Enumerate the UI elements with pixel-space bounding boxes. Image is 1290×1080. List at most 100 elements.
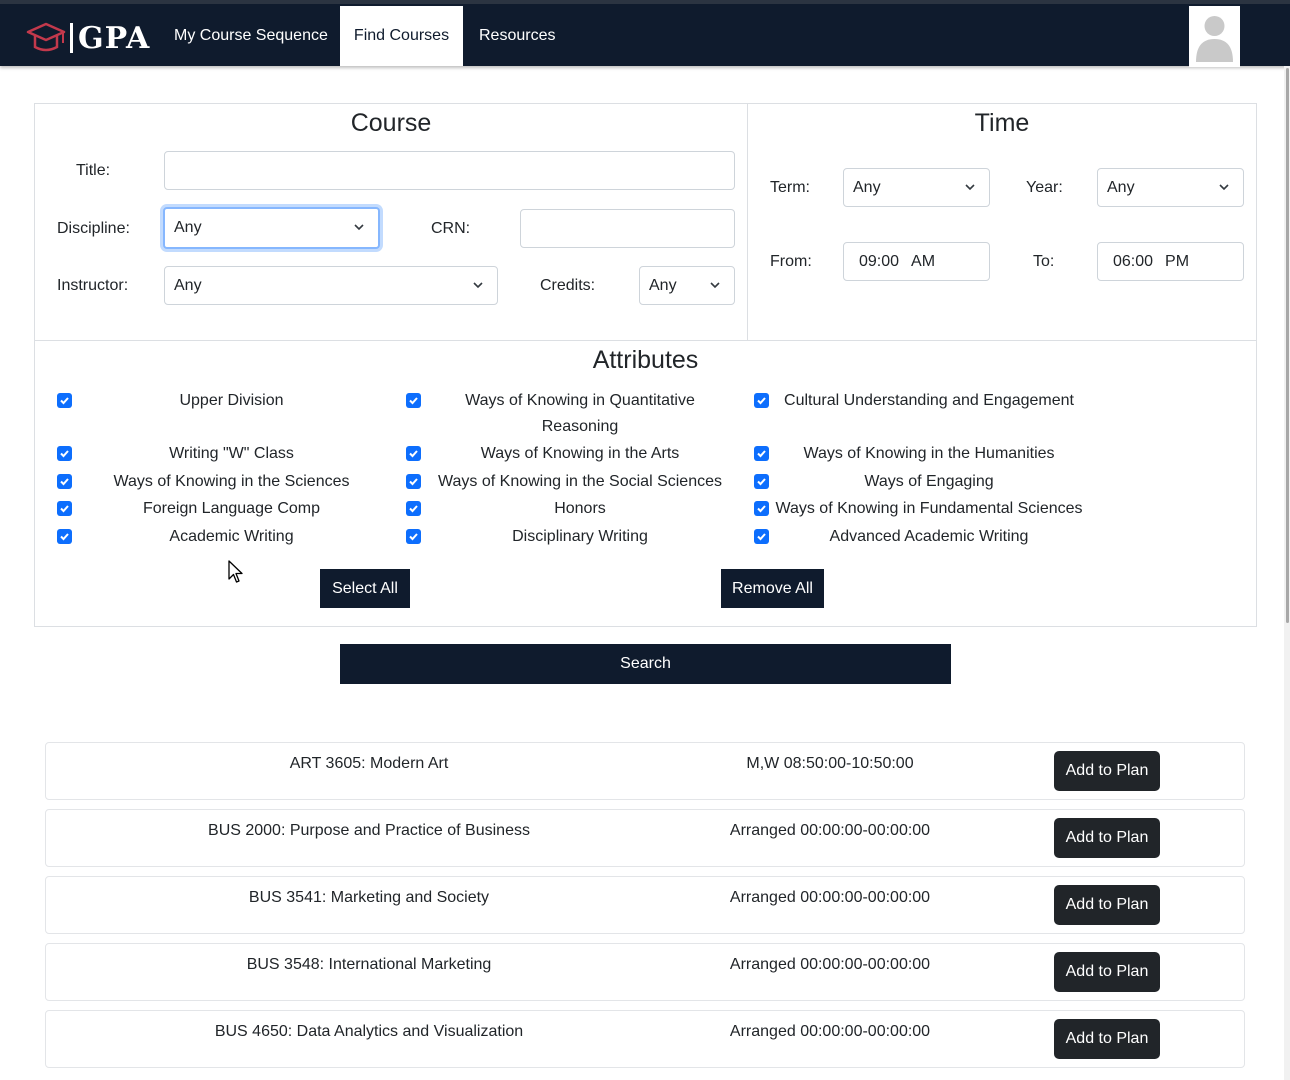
checkbox-ways-of-engaging[interactable]: [754, 474, 769, 489]
logo-text: GPA: [78, 20, 151, 56]
credits-label: Credits:: [540, 277, 596, 294]
chevron-down-icon: [710, 281, 720, 288]
result-meeting-time: M,W 08:50:00-10:50:00: [746, 755, 914, 772]
add-to-plan-button[interactable]: Add to Plan: [1054, 818, 1160, 858]
discipline-label: Discipline:: [57, 220, 130, 237]
checkbox-social-sciences[interactable]: [406, 474, 421, 489]
result-row: BUS 3548: International Marketing Arrang…: [45, 943, 1245, 1001]
instructor-select[interactable]: Any: [164, 266, 498, 305]
chevron-down-icon: [354, 224, 364, 231]
term-label: Term:: [770, 179, 810, 196]
checkbox-arts[interactable]: [406, 446, 421, 461]
result-meeting-time: Arranged 00:00:00-00:00:00: [729, 822, 931, 839]
attr-label-fundamental-sciences: Ways of Knowing in Fundamental Sciences: [775, 500, 1083, 517]
year-select[interactable]: Any: [1097, 168, 1244, 207]
attr-label-academic-writing: Academic Writing: [169, 528, 294, 545]
checkbox-upper-division[interactable]: [57, 393, 72, 408]
mouse-pointer-icon: [228, 560, 243, 583]
to-time-value: 06:00: [1113, 252, 1154, 270]
instructor-value: Any: [174, 276, 202, 294]
discipline-select[interactable]: Any: [163, 207, 380, 249]
nav-resources[interactable]: Resources: [464, 6, 570, 66]
attr-label-disciplinary-writing: Disciplinary Writing: [512, 528, 648, 545]
checkbox-honors[interactable]: [406, 501, 421, 516]
checkbox-foreign-language[interactable]: [57, 501, 72, 516]
credits-value: Any: [649, 276, 677, 294]
add-to-plan-button[interactable]: Add to Plan: [1054, 1019, 1160, 1059]
attr-label-arts: Ways of Knowing in the Arts: [480, 445, 680, 462]
add-to-plan-button[interactable]: Add to Plan: [1054, 885, 1160, 925]
time-panel-title: Time: [974, 109, 1030, 137]
nav-find-courses[interactable]: Find Courses: [340, 6, 463, 66]
term-select[interactable]: Any: [843, 168, 990, 207]
checkbox-quantitative-reasoning[interactable]: [406, 393, 421, 408]
crn-label: CRN:: [431, 220, 471, 237]
checkbox-writing-w[interactable]: [57, 446, 72, 461]
title-label: Title:: [76, 162, 111, 179]
attributes-title: Attributes: [592, 346, 699, 374]
from-label: From:: [770, 253, 812, 270]
scrollbar-thumb[interactable]: [1286, 68, 1289, 623]
checkbox-cultural-understanding[interactable]: [754, 393, 769, 408]
checkbox-advanced-academic-writing[interactable]: [754, 529, 769, 544]
top-navbar: GPA My Course Sequence Find Courses Reso…: [0, 0, 1290, 67]
discipline-value: Any: [174, 219, 202, 236]
add-to-plan-button[interactable]: Add to Plan: [1054, 952, 1160, 992]
from-time-value: 09:00: [859, 252, 900, 270]
attr-label-honors: Honors: [554, 500, 606, 517]
search-button[interactable]: Search: [340, 644, 951, 684]
checkbox-sciences[interactable]: [57, 474, 72, 489]
result-meeting-time: Arranged 00:00:00-00:00:00: [729, 1023, 931, 1040]
attr-label-writing-w: Writing "W" Class: [169, 445, 294, 462]
result-row: BUS 4650: Data Analytics and Visualizati…: [45, 1010, 1245, 1068]
remove-all-button[interactable]: Remove All: [721, 569, 824, 608]
crn-input[interactable]: [520, 209, 735, 248]
add-to-plan-button[interactable]: Add to Plan: [1054, 751, 1160, 791]
term-value: Any: [853, 178, 881, 196]
logo-divider: [70, 23, 73, 53]
checkbox-fundamental-sciences[interactable]: [754, 501, 769, 516]
year-value: Any: [1107, 178, 1135, 196]
checkbox-humanities[interactable]: [754, 446, 769, 461]
attr-label-cultural-understanding: Cultural Understanding and Engagement: [784, 392, 1074, 409]
time-filter-panel: [747, 103, 1257, 341]
attr-label-quantitative-reasoning: Ways of Knowing in Quantitative Reasonin…: [465, 392, 695, 435]
from-time-input[interactable]: 09:00 AM: [843, 242, 990, 281]
result-course-title: BUS 2000: Purpose and Practice of Busine…: [208, 822, 530, 839]
to-label: To:: [1033, 253, 1055, 270]
checkbox-academic-writing[interactable]: [57, 529, 72, 544]
to-time-input[interactable]: 06:00 PM: [1097, 242, 1244, 281]
chevron-down-icon: [965, 183, 975, 190]
instructor-label: Instructor:: [57, 277, 129, 294]
attr-label-sciences: Ways of Knowing in the Sciences: [113, 473, 350, 490]
result-meeting-time: Arranged 00:00:00-00:00:00: [729, 956, 931, 973]
attr-label-ways-of-engaging: Ways of Engaging: [864, 473, 994, 490]
user-avatar[interactable]: [1189, 6, 1240, 67]
user-silhouette-icon: [1196, 16, 1233, 62]
result-course-title: BUS 4650: Data Analytics and Visualizati…: [214, 1023, 524, 1040]
credits-select[interactable]: Any: [639, 266, 735, 305]
chevron-down-icon: [473, 281, 483, 288]
year-label: Year:: [1026, 179, 1063, 196]
result-meeting-time: Arranged 00:00:00-00:00:00: [729, 889, 931, 906]
attr-label-advanced-academic-writing: Advanced Academic Writing: [829, 528, 1029, 545]
result-course-title: BUS 3541: Marketing and Society: [248, 889, 490, 906]
app-logo[interactable]: GPA: [26, 18, 150, 58]
to-ampm-value: PM: [1165, 252, 1190, 270]
result-row: ART 3605: Modern Art M,W 08:50:00-10:50:…: [45, 742, 1245, 800]
checkbox-disciplinary-writing[interactable]: [406, 529, 421, 544]
from-ampm-value: AM: [911, 252, 936, 270]
select-all-button[interactable]: Select All: [320, 569, 410, 608]
attr-label-humanities: Ways of Knowing in the Humanities: [803, 445, 1055, 462]
result-course-title: ART 3605: Modern Art: [289, 755, 449, 772]
result-course-title: BUS 3548: International Marketing: [246, 956, 492, 973]
attr-label-upper-division: Upper Division: [179, 392, 284, 409]
attr-label-social-sciences: Ways of Knowing in the Social Sciences: [438, 473, 722, 490]
title-input[interactable]: [164, 151, 735, 190]
graduation-cap-icon: [26, 22, 66, 52]
nav-my-course-sequence[interactable]: My Course Sequence: [159, 6, 343, 66]
result-row: BUS 2000: Purpose and Practice of Busine…: [45, 809, 1245, 867]
course-panel-title: Course: [350, 109, 432, 137]
chevron-down-icon: [1219, 183, 1229, 190]
result-row: BUS 3541: Marketing and Society Arranged…: [45, 876, 1245, 934]
